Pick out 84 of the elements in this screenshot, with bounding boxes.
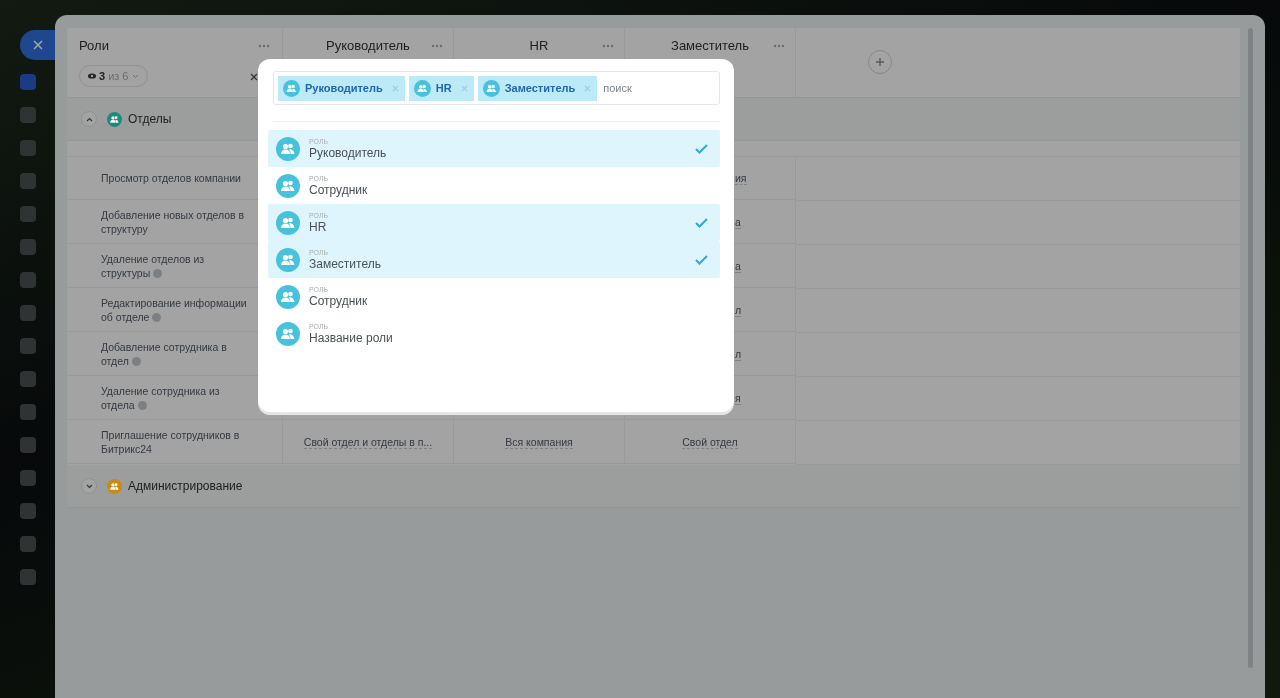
group-icon	[276, 284, 300, 309]
option-name: Сотрудник	[309, 294, 369, 308]
close-button[interactable]	[20, 30, 55, 60]
check-icon	[695, 143, 708, 154]
sidebar-icon[interactable]	[19, 404, 36, 420]
sidebar-icon[interactable]	[19, 536, 36, 552]
permission-label: Редактирование информации об отделе	[101, 296, 248, 324]
group-icon	[276, 321, 300, 346]
permission-label: Приглашение сотрудников в Битрикс24	[101, 428, 241, 456]
check-icon	[695, 217, 708, 228]
group-icon	[276, 136, 300, 161]
access-value[interactable]: ия	[735, 171, 747, 185]
column-title: Роли	[79, 38, 109, 53]
help-icon[interactable]	[131, 357, 141, 366]
sidebar-icon[interactable]	[19, 107, 36, 123]
sidebar-icon[interactable]	[19, 74, 36, 90]
sidebar-icon[interactable]	[19, 503, 36, 519]
permission-label: Удаление отделов из структуры	[101, 252, 206, 280]
column-title: Руководитель	[326, 38, 410, 53]
section-title: Отделы	[128, 112, 172, 126]
remove-icon[interactable]	[584, 84, 592, 92]
check-icon	[695, 254, 708, 265]
access-value[interactable]: Свой отдел и отделы в п...	[303, 435, 433, 449]
role-tag[interactable]: Руководитель	[278, 75, 405, 101]
access-value[interactable]: я	[735, 391, 741, 405]
sidebar-icon[interactable]	[19, 173, 36, 189]
tag-search-field[interactable]: Руководитель HR Заместитель поиск	[273, 71, 720, 105]
role-tag[interactable]: Заместитель	[477, 75, 598, 101]
access-value[interactable]: Вся компания	[505, 435, 573, 449]
close-icon[interactable]	[250, 73, 258, 81]
plus-icon	[875, 57, 885, 67]
section-title: Администрирование	[128, 479, 243, 493]
eye-icon	[88, 73, 96, 79]
option-name: Руководитель	[309, 146, 388, 160]
chevron-up-icon	[85, 116, 93, 122]
section-header[interactable]: Администрирование	[67, 465, 1240, 508]
close-icon	[32, 40, 43, 50]
column-title: Заместитель	[671, 38, 749, 53]
access-value[interactable]: л	[735, 347, 742, 361]
add-column-button[interactable]	[868, 50, 892, 74]
more-icon[interactable]	[602, 44, 614, 48]
option-name: Сотрудник	[309, 183, 369, 197]
group-icon	[482, 79, 500, 97]
group-icon	[413, 79, 431, 97]
collapse-toggle[interactable]	[81, 111, 97, 127]
access-value[interactable]: а	[735, 259, 741, 273]
sidebar-icon[interactable]	[19, 206, 36, 222]
group-icon	[276, 247, 300, 272]
sidebar-icon[interactable]	[19, 239, 36, 255]
option-name: Заместитель	[309, 257, 382, 271]
remove-icon[interactable]	[460, 84, 468, 92]
group-icon	[283, 79, 300, 97]
sidebar-icon[interactable]	[19, 305, 36, 321]
column-title: HR	[529, 38, 549, 53]
more-icon[interactable]	[258, 43, 270, 48]
sidebar-icon[interactable]	[19, 470, 36, 486]
option-name: Название роли	[309, 331, 394, 345]
sidebar-icon[interactable]	[19, 569, 36, 585]
sidebar-icon[interactable]	[19, 371, 36, 387]
help-icon[interactable]	[152, 313, 162, 322]
permission-label: Просмотр отделов компании	[101, 171, 241, 185]
sidebar-icon[interactable]	[19, 437, 36, 453]
access-value[interactable]: а	[735, 215, 741, 229]
chevron-down-icon	[131, 73, 139, 79]
access-value[interactable]: Свой отдел	[682, 435, 738, 449]
help-icon[interactable]	[153, 269, 163, 278]
help-icon[interactable]	[137, 401, 147, 410]
chevron-down-icon	[85, 483, 93, 489]
permission-label: Добавление сотрудника в отдел	[101, 340, 228, 368]
group-icon	[276, 173, 300, 198]
option-name: HR	[309, 220, 328, 234]
more-icon[interactable]	[773, 44, 785, 48]
more-icon[interactable]	[431, 44, 443, 48]
collapse-toggle[interactable]	[81, 478, 97, 494]
sidebar-icon[interactable]	[19, 140, 36, 156]
permission-label: Добавление новых отделов в структуру	[101, 208, 246, 236]
group-icon	[276, 210, 300, 235]
permission-label: Удаление сотрудника из отдела	[101, 384, 221, 412]
scrollbar[interactable]	[1248, 28, 1253, 668]
sidebar-icon[interactable]	[19, 272, 36, 288]
sidebar-icon[interactable]	[19, 338, 36, 354]
role-tag[interactable]: HR	[408, 75, 474, 101]
remove-icon[interactable]	[391, 84, 399, 92]
access-value[interactable]: л	[735, 303, 742, 317]
